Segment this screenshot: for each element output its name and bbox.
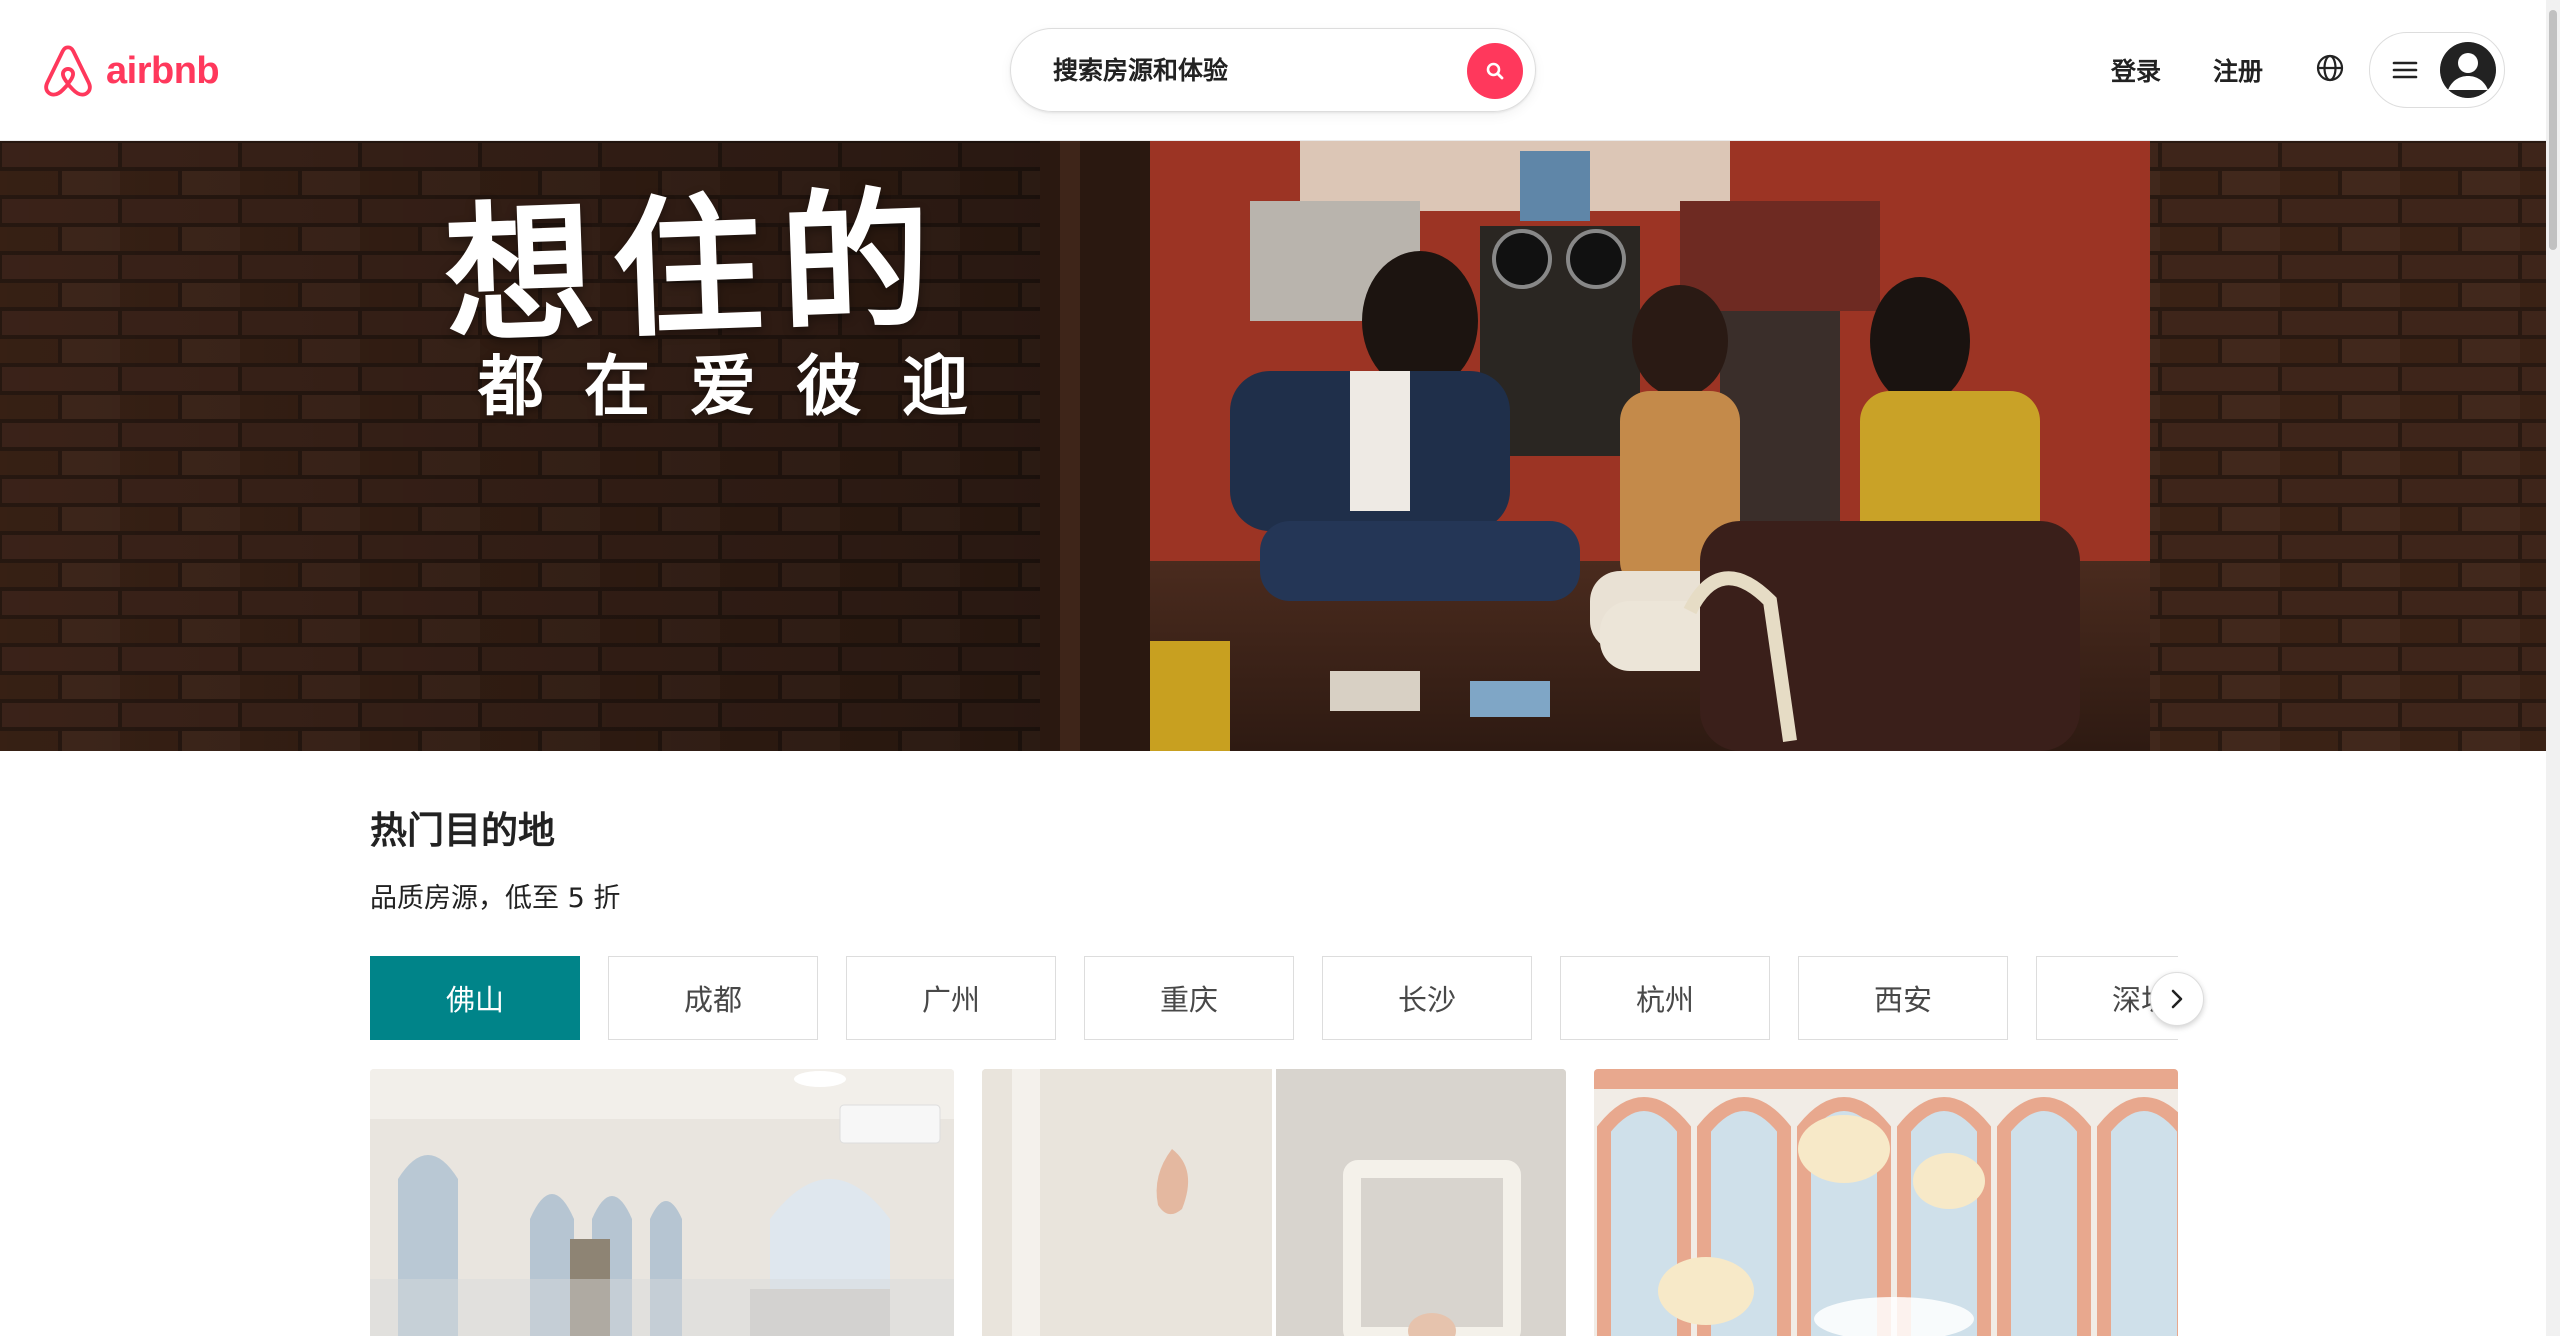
page-scrollbar[interactable] xyxy=(2546,0,2560,1336)
tab-changsha[interactable]: 长沙 xyxy=(1322,956,1532,1040)
listing-photo xyxy=(370,1069,954,1336)
airbnb-logo[interactable]: airbnb xyxy=(40,42,220,100)
scrollbar-thumb[interactable] xyxy=(2549,10,2557,250)
tab-xian[interactable]: 西安 xyxy=(1798,956,2008,1040)
tab-chengdu[interactable]: 成都 xyxy=(608,956,818,1040)
search-bar[interactable] xyxy=(1010,28,1536,112)
airbnb-belo-icon xyxy=(44,45,92,97)
hero-photo xyxy=(0,141,2546,751)
hamburger-menu-icon xyxy=(2392,61,2418,79)
listing-photo xyxy=(1594,1069,2178,1336)
globe-icon[interactable] xyxy=(2314,52,2346,84)
tab-chongqing[interactable]: 重庆 xyxy=(1084,956,1294,1040)
tab-hangzhou[interactable]: 杭州 xyxy=(1560,956,1770,1040)
section-title: 热门目的地 xyxy=(370,809,555,852)
search-button[interactable] xyxy=(1467,43,1523,99)
signup-link[interactable]: 注册 xyxy=(2213,52,2263,88)
section-subtitle: 品质房源，低至 5 折 xyxy=(370,883,621,914)
chevron-right-icon xyxy=(2171,989,2183,1009)
brand-name: airbnb xyxy=(106,49,220,92)
hero-subtitle: 都在爱彼迎 xyxy=(478,348,1008,425)
listing-card[interactable] xyxy=(982,1069,1566,1336)
search-input[interactable] xyxy=(1053,55,1433,85)
search-icon xyxy=(1486,62,1504,80)
tab-foshan[interactable]: 佛山 xyxy=(370,956,580,1040)
listing-photo xyxy=(982,1069,1566,1336)
tabs-next-button[interactable] xyxy=(2150,972,2204,1026)
destination-tabs: 佛山 成都 广州 重庆 长沙 杭州 西安 深圳 xyxy=(370,956,2178,1042)
top-navigation: airbnb 登录 注册 xyxy=(0,0,2546,141)
login-link[interactable]: 登录 xyxy=(2111,52,2161,88)
listing-card[interactable] xyxy=(1594,1069,2178,1336)
listing-card[interactable] xyxy=(370,1069,954,1336)
tab-guangzhou[interactable]: 广州 xyxy=(846,956,1056,1040)
hero-banner[interactable]: 想住的 都在爱彼迎 xyxy=(0,141,2546,751)
user-avatar-icon xyxy=(2440,42,2496,98)
listing-cards xyxy=(370,1069,2178,1336)
user-menu-button[interactable] xyxy=(2369,32,2505,108)
